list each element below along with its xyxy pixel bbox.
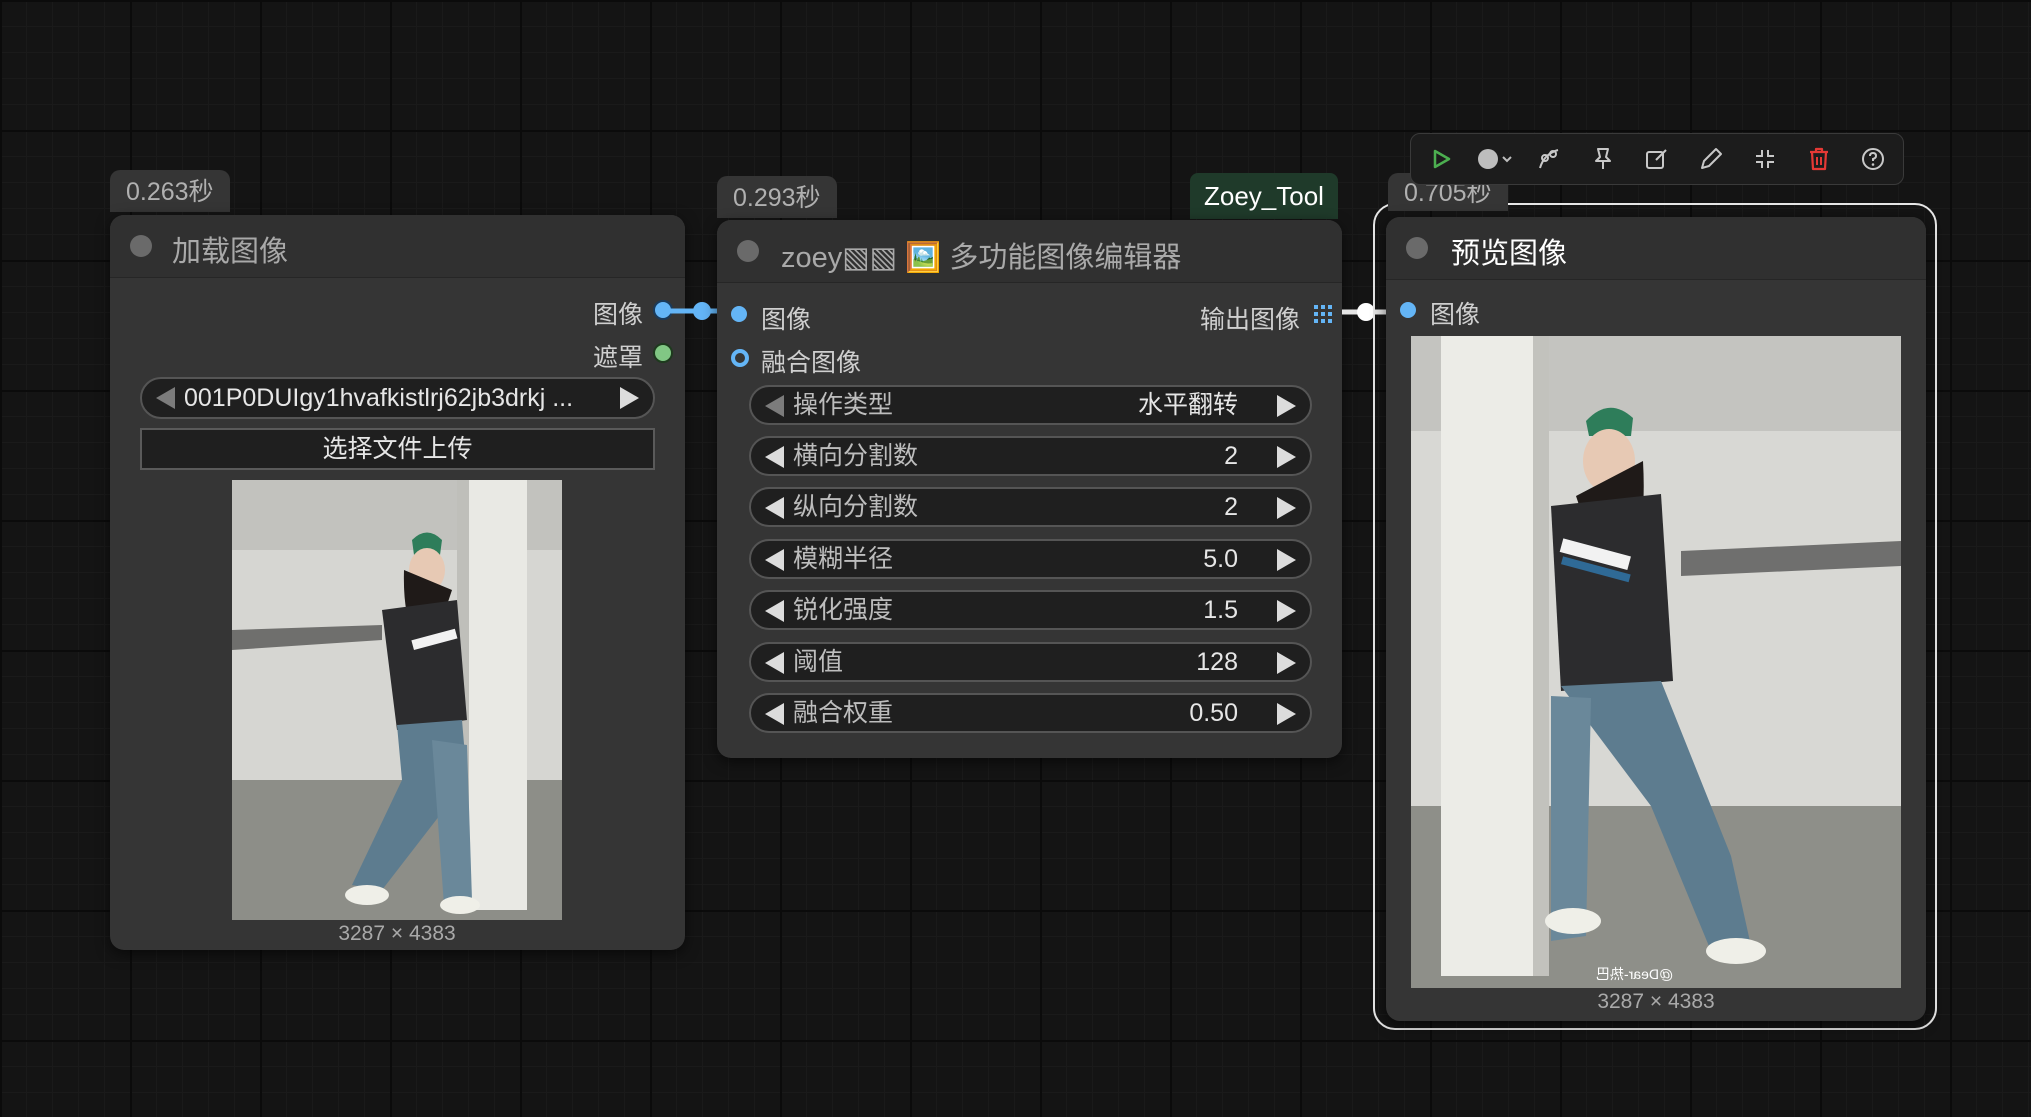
load-output-mask-label: 遮罩 xyxy=(592,344,643,372)
color-dot-icon[interactable] xyxy=(1471,134,1521,184)
preview-node-title: 预览图像 xyxy=(1451,238,1568,270)
zoey-tool-badge-label: Zoey_Tool xyxy=(1204,181,1324,211)
editor-node-header[interactable]: zoey▧▧ 🖼️ 多功能图像编辑器 xyxy=(717,220,1342,283)
editor-input-blend-label: 融合图像 xyxy=(761,349,862,377)
widget-blur-radius[interactable]: 模糊半径 5.0 xyxy=(749,539,1312,579)
widget-value: 水平翻转 xyxy=(1137,391,1238,419)
image-file-value: 001P0DUIgy1hvafkistlrj62jb3drkj ... xyxy=(184,384,574,412)
help-icon[interactable] xyxy=(1851,134,1895,184)
editor-input-image-label: 图像 xyxy=(761,306,812,334)
picture-emoji-icon: 🖼️ xyxy=(905,242,942,274)
pin-icon[interactable] xyxy=(1581,134,1625,184)
play-icon[interactable] xyxy=(1419,134,1463,184)
preview-node-collapse-dot[interactable] xyxy=(1406,237,1428,259)
widget-value: 0.50 xyxy=(1189,699,1238,727)
upload-file-label: 选择文件上传 xyxy=(322,435,473,463)
node-toolbar xyxy=(1410,133,1904,185)
increment-arrow[interactable] xyxy=(1277,549,1296,571)
load-node-header[interactable]: 加载图像 xyxy=(110,215,685,278)
load-output-image-label: 图像 xyxy=(592,301,643,329)
increment-arrow[interactable] xyxy=(1277,600,1296,622)
preview-watermark: @Dear-热巴 xyxy=(1596,966,1674,982)
image-editor-node[interactable]: zoey▧▧ 🖼️ 多功能图像编辑器 图像 融合图像 输出图像 操作类型 水平翻… xyxy=(717,220,1342,758)
image-file-combo[interactable]: 001P0DUIgy1hvafkistlrj62jb3drkj ... xyxy=(140,377,655,419)
widget-label: 阈值 xyxy=(793,648,844,676)
preview-image-node[interactable]: 预览图像 图像 @Dear-热巴 3287 × 4383 xyxy=(1386,217,1926,1021)
widget-blend-weight[interactable]: 融合权重 0.50 xyxy=(749,693,1312,733)
widget-value: 2 xyxy=(1224,442,1238,470)
decrement-arrow[interactable] xyxy=(765,446,784,468)
editor-output-grid-socket[interactable] xyxy=(1314,305,1332,323)
zoey-tool-badge: Zoey_Tool xyxy=(1190,173,1338,219)
editor-node-collapse-dot[interactable] xyxy=(737,240,759,262)
decrement-arrow[interactable] xyxy=(765,703,784,725)
delete-icon[interactable] xyxy=(1797,134,1841,184)
increment-arrow[interactable] xyxy=(1277,497,1296,519)
preview-image-size: 3287 × 4383 xyxy=(1597,990,1715,1013)
widget-label: 模糊半径 xyxy=(793,545,894,573)
widget-label: 融合权重 xyxy=(793,699,894,727)
upload-file-button[interactable]: 选择文件上传 xyxy=(140,428,655,470)
load-image-node[interactable]: 加载图像 图像 遮罩 001P0DUIgy1hvafkistlrj62jb3dr… xyxy=(110,215,685,950)
combo-next-arrow[interactable] xyxy=(620,387,639,409)
increment-arrow[interactable] xyxy=(1277,446,1296,468)
pencil-icon[interactable] xyxy=(1689,134,1733,184)
widget-operation-type[interactable]: 操作类型 水平翻转 xyxy=(749,385,1312,425)
increment-arrow[interactable] xyxy=(1277,703,1296,725)
widget-value: 128 xyxy=(1196,648,1238,676)
editor-output-label: 输出图像 xyxy=(1199,306,1300,334)
editor-input-blend-socket[interactable] xyxy=(731,349,749,367)
widget-value: 1.5 xyxy=(1203,596,1238,624)
editor-title-main: 多功能图像编辑器 xyxy=(949,242,1182,274)
widget-value: 2 xyxy=(1224,493,1238,521)
preview-input-image-label: 图像 xyxy=(1430,301,1481,329)
widget-value: 5.0 xyxy=(1203,545,1238,573)
load-node-collapse-dot[interactable] xyxy=(130,235,152,257)
decrement-arrow[interactable] xyxy=(765,652,784,674)
loaded-image-size: 3287 × 4383 xyxy=(338,922,456,945)
widget-label: 横向分割数 xyxy=(793,442,919,470)
editor-title-prefix: zoey xyxy=(781,242,843,274)
load-node-title: 加载图像 xyxy=(172,236,289,268)
widget-horizontal-splits[interactable]: 横向分割数 2 xyxy=(749,436,1312,476)
widget-label: 纵向分割数 xyxy=(793,493,919,521)
editor-input-image-socket[interactable] xyxy=(731,306,747,322)
editor-title-glyphs: ▧▧ xyxy=(842,242,898,274)
decrement-arrow[interactable] xyxy=(765,497,784,519)
operation-prev-arrow[interactable] xyxy=(765,395,784,417)
widget-label: 操作类型 xyxy=(793,391,894,419)
load-node-timing: 0.263秒 xyxy=(110,170,230,212)
collapse-icon[interactable] xyxy=(1743,134,1787,184)
widget-vertical-splits[interactable]: 纵向分割数 2 xyxy=(749,487,1312,527)
increment-arrow[interactable] xyxy=(1277,652,1296,674)
widget-sharpen-strength[interactable]: 锐化强度 1.5 xyxy=(749,590,1312,630)
decrement-arrow[interactable] xyxy=(765,600,784,622)
preview-input-image-socket[interactable] xyxy=(1400,302,1416,318)
combo-prev-arrow[interactable] xyxy=(156,387,175,409)
edit-icon[interactable] xyxy=(1635,134,1679,184)
decrement-arrow[interactable] xyxy=(765,549,784,571)
operation-next-arrow[interactable] xyxy=(1277,395,1296,417)
widget-threshold[interactable]: 阈值 128 xyxy=(749,642,1312,682)
editor-node-timing: 0.293秒 xyxy=(717,176,837,218)
loaded-image-graphic xyxy=(232,480,562,920)
editor-node-title: zoey▧▧ 🖼️ 多功能图像编辑器 xyxy=(781,234,1181,276)
loaded-image-thumbnail xyxy=(232,480,562,920)
widget-label: 锐化强度 xyxy=(793,596,894,624)
preview-image: @Dear-热巴 xyxy=(1411,336,1901,988)
bypass-icon[interactable] xyxy=(1527,134,1571,184)
preview-image-graphic xyxy=(1411,336,1901,988)
preview-node-header[interactable]: 预览图像 xyxy=(1386,217,1926,280)
load-output-mask-socket[interactable] xyxy=(653,343,673,363)
